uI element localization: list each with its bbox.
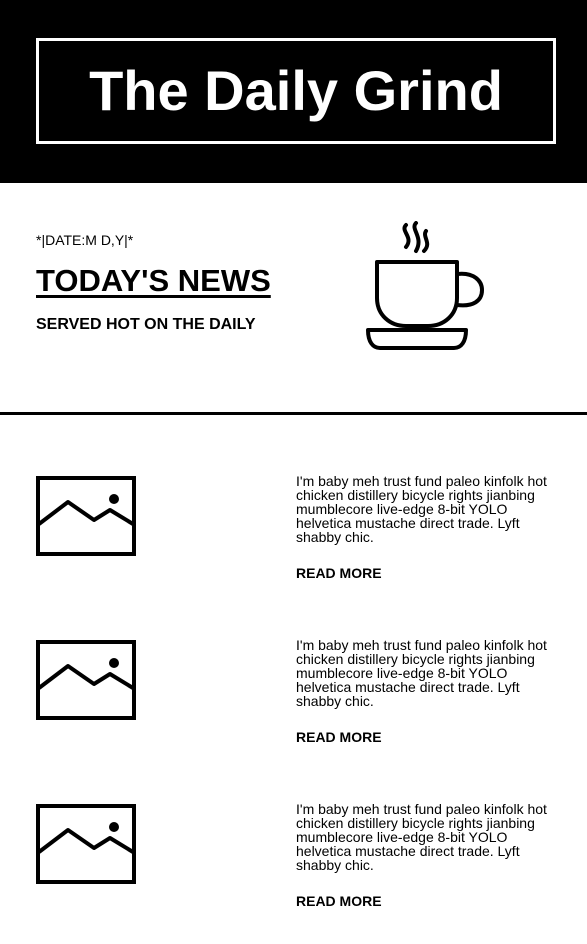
masthead-frame: The Daily Grind [36,38,556,144]
coffee-cup-icon [366,221,484,350]
article-excerpt: I'm baby meh trust fund paleo kinfolk ho… [296,473,547,545]
image-placeholder-icon [36,640,136,720]
read-more-link[interactable]: READ MORE [296,729,382,745]
article-excerpt: I'm baby meh trust fund paleo kinfolk ho… [296,801,547,873]
article-card: I'm baby meh trust fund paleo kinfolk ho… [0,637,587,780]
article-card: I'm baby meh trust fund paleo kinfolk ho… [0,473,587,616]
image-placeholder-icon [36,476,136,556]
site-title: The Daily Grind [89,59,503,122]
article-card: I'm baby meh trust fund paleo kinfolk ho… [0,801,587,944]
tagline: SERVED HOT ON THE DAILY [36,316,256,333]
section-divider [0,412,587,415]
masthead: The Daily Grind [0,0,587,183]
image-placeholder-icon [36,804,136,884]
read-more-link[interactable]: READ MORE [296,565,382,581]
article-excerpt: I'm baby meh trust fund paleo kinfolk ho… [296,637,547,709]
hero-section: *|DATE:M D,Y|* TODAY'S NEWS SERVED HOT O… [0,183,587,413]
issue-date: *|DATE:M D,Y|* [36,232,134,248]
page-headline: TODAY'S NEWS [36,263,271,298]
read-more-link[interactable]: READ MORE [296,893,382,909]
